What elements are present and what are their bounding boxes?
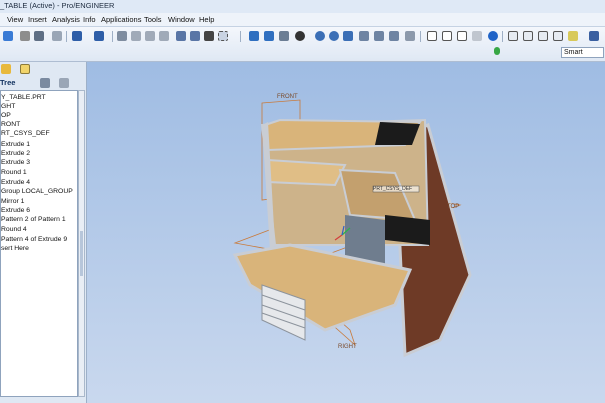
csys-label: PRT_CSYS_DEF — [373, 186, 413, 192]
desk-model — [232, 99, 472, 358]
tree-item[interactable]: Y_TABLE.PRT — [1, 94, 46, 101]
menu-window[interactable]: Window — [168, 15, 195, 24]
paste-icon[interactable] — [145, 31, 155, 41]
realtime-render-icon[interactable] — [488, 31, 498, 41]
menu-analysis[interactable]: Analysis — [52, 15, 80, 24]
menu-view[interactable]: View — [7, 15, 23, 24]
cut-icon[interactable] — [117, 31, 127, 41]
menu-tools[interactable]: Tools — [144, 15, 162, 24]
tree-item[interactable]: sert Here — [1, 245, 29, 252]
tree-item[interactable]: RT_CSYS_DEF — [1, 130, 50, 137]
orient-icon[interactable] — [264, 31, 274, 41]
tree-item[interactable]: Pattern 4 of Extrude 9 — [1, 236, 67, 243]
tree-item[interactable]: GHT — [1, 103, 15, 110]
favorites-icon[interactable] — [20, 64, 30, 74]
graphics-window[interactable]: FRONT TOP RIGHT PRT_CSYS_DEF — [87, 62, 605, 403]
tree-item[interactable]: RONT — [1, 121, 20, 128]
undo-icon[interactable] — [72, 31, 82, 41]
tree-show-icon[interactable] — [59, 78, 69, 88]
tree-item[interactable]: Extrude 3 — [1, 159, 30, 166]
wireframe-icon[interactable] — [427, 31, 437, 41]
paste-special-icon[interactable] — [159, 31, 169, 41]
tree-settings-icon[interactable] — [40, 78, 50, 88]
tree-item[interactable]: Round 4 — [1, 226, 27, 233]
tree-item[interactable]: Group LOCAL_GROUP — [1, 188, 73, 195]
shelf-opening — [375, 122, 420, 145]
shading-icon[interactable] — [279, 31, 289, 41]
saved-views-icon[interactable] — [374, 31, 384, 41]
title-bar: _TABLE (Active) - Pro/ENGINEER — [0, 0, 605, 14]
save-icon[interactable] — [34, 31, 44, 41]
help-icon[interactable] — [589, 31, 599, 41]
new-file-icon[interactable] — [3, 31, 13, 41]
tree-item[interactable]: OP — [1, 112, 11, 119]
folder-icon[interactable] — [1, 64, 11, 74]
tree-item[interactable]: Extrude 2 — [1, 150, 30, 157]
right-plane-label: RIGHT — [338, 344, 357, 350]
top-plane-label: TOP — [447, 204, 460, 210]
print-icon[interactable] — [52, 31, 62, 41]
regenerate-icon[interactable] — [176, 31, 186, 41]
tree-item[interactable]: Extrude 6 — [1, 207, 30, 214]
middle-shelf — [267, 158, 347, 187]
csys-icon[interactable] — [553, 31, 563, 41]
repaint-icon[interactable] — [249, 31, 259, 41]
model-tree-title: Tree — [0, 78, 16, 87]
hidden-line-icon[interactable] — [442, 31, 452, 41]
tree-item[interactable]: Extrude 1 — [1, 141, 30, 148]
refit-icon[interactable] — [343, 31, 353, 41]
no-hidden-icon[interactable] — [457, 31, 467, 41]
model-tree: Y_TABLE.PRT GHT OP RONT RT_CSYS_DEF Extr… — [0, 90, 78, 397]
datum-axes-icon[interactable] — [523, 31, 533, 41]
tree-scrollbar[interactable] — [78, 90, 85, 397]
front-plane-label: FRONT — [277, 94, 298, 100]
tree-item[interactable]: Pattern 2 of Pattern 1 — [1, 216, 66, 223]
menu-insert[interactable]: Insert — [28, 15, 47, 24]
layers-icon[interactable] — [389, 31, 399, 41]
shaded-icon[interactable] — [472, 31, 482, 41]
annotation-icon[interactable] — [568, 31, 578, 41]
tree-item[interactable]: Extrude 4 — [1, 179, 30, 186]
view-manager-icon[interactable] — [359, 31, 369, 41]
regen-status-icon — [494, 47, 500, 55]
appearance-icon[interactable] — [295, 31, 305, 41]
tree-item[interactable]: Mirror 1 — [1, 198, 24, 205]
select-box-icon[interactable] — [218, 31, 228, 41]
menu-applications[interactable]: Applications — [101, 15, 141, 24]
copy-icon[interactable] — [131, 31, 141, 41]
spin-center-icon[interactable] — [405, 31, 415, 41]
tree-item[interactable]: Round 1 — [1, 169, 27, 176]
menu-help[interactable]: Help — [199, 15, 214, 24]
filter-dropdown[interactable]: Smart — [561, 47, 604, 58]
zoom-in-icon[interactable] — [315, 31, 325, 41]
zoom-out-icon[interactable] — [329, 31, 339, 41]
datum-points-icon[interactable] — [538, 31, 548, 41]
menu-info[interactable]: Info — [83, 15, 96, 24]
datum-planes-icon[interactable] — [508, 31, 518, 41]
window-title: _TABLE (Active) - Pro/ENGINEER — [0, 1, 115, 10]
menu-bar: View Insert Analysis Info Applications T… — [0, 13, 605, 27]
open-icon[interactable] — [20, 31, 30, 41]
lower-opening — [385, 215, 430, 245]
find-icon[interactable] — [204, 31, 214, 41]
redo-icon[interactable] — [94, 31, 104, 41]
regen-manager-icon[interactable] — [190, 31, 200, 41]
